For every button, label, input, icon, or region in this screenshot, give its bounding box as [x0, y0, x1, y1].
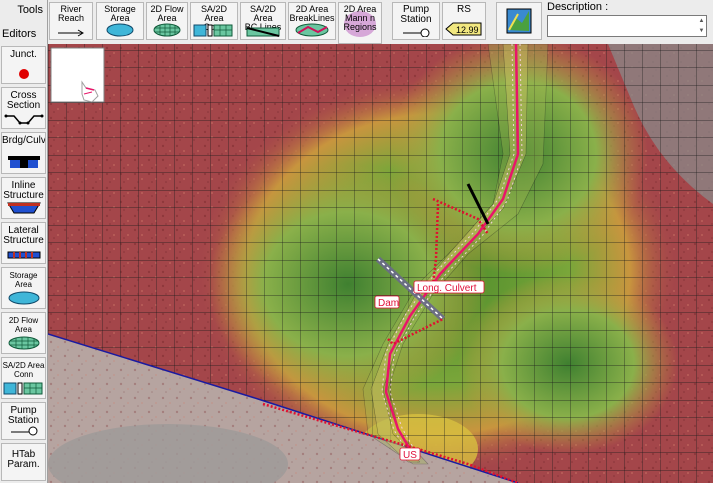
tools-label: Tools [17, 4, 43, 16]
description-scroll[interactable]: ▲ ▼ [697, 16, 706, 36]
map-layers-icon [506, 8, 532, 34]
2d-area-mann-n-regions-label: 2D Area Mann n Regions [343, 4, 377, 32]
pump-station-button[interactable]: Pump Station [392, 2, 440, 40]
2d-area-mann-n-regions-button[interactable]: 2D Area Mann n Regions [338, 2, 382, 44]
rs-value-icon: 12.99 [445, 22, 482, 36]
bc-lines-icon [246, 27, 280, 37]
lateral-structure-label: Lateral Structure [3, 225, 44, 246]
cross-section-button[interactable]: Cross Section [1, 87, 46, 129]
sa-2d-area-conn-button[interactable]: SA/2D Area Conn [190, 2, 238, 40]
river-reach-label: River Reach [57, 4, 84, 23]
pump-station-editor-label: Pump Station [7, 405, 40, 426]
rs-button[interactable]: RS 12.99 [442, 2, 486, 40]
description-label: Description : [547, 1, 609, 13]
inline-structure-button[interactable]: Inline Structure [1, 177, 46, 219]
map-canvas[interactable]: Dam Long. Culvert US [48, 44, 713, 483]
tools-editors-label: Tools Editors [0, 0, 48, 44]
pump-icon [403, 28, 430, 37]
bridge-culvert-button[interactable]: Brdg/Culv [1, 132, 46, 174]
dam-label: Dam [378, 298, 399, 309]
sa-conn-icon [193, 24, 233, 37]
lateral-structure-button[interactable]: Lateral Structure [1, 222, 46, 264]
2d-flow-area-editor-icon [8, 336, 39, 350]
arrow-right-icon [58, 29, 84, 37]
junction-button[interactable]: Junct. [1, 46, 46, 84]
bridge-icon [7, 156, 40, 168]
rs-label: RS [457, 4, 471, 15]
storage-area-editor-icon [8, 291, 39, 305]
sa-2d-area-conn-editor-button[interactable]: SA/2D Area Conn [1, 357, 46, 399]
top-toolbar: Tools Editors River Reach Storage Area 2… [0, 0, 713, 45]
htab-param-label: HTab Param. [7, 449, 40, 470]
junction-dot-icon [18, 69, 29, 79]
storage-area-editor-button[interactable]: Storage Area [1, 267, 46, 309]
2d-flow-area-editor-label: 2D Flow Area [8, 316, 39, 334]
terrain-map[interactable]: Dam Long. Culvert US [48, 44, 713, 483]
sa-2d-area-bc-lines-button[interactable]: SA/2D Area BC Lines [240, 2, 286, 40]
cross-section-icon [4, 114, 43, 125]
lateral-structure-icon [7, 251, 40, 259]
long-culvert-label: Long. Culvert [417, 283, 477, 294]
2d-flow-area-button[interactable]: 2D Flow Area [146, 2, 188, 40]
editor-sidebar: Junct. Cross Section Brdg/Culv Inline St… [0, 44, 48, 483]
storage-area-editor-label: Storage Area [9, 271, 38, 289]
storage-area-button[interactable]: Storage Area [96, 2, 144, 40]
sa-conn-editor-icon [3, 382, 42, 395]
2d-flow-area-label: 2D Flow Area [150, 4, 184, 23]
description-input[interactable] [547, 15, 707, 37]
storage-area-label: Storage Area [104, 4, 136, 23]
breaklines-icon [295, 23, 329, 37]
editors-label: Editors [2, 28, 37, 40]
rs-value: 12.99 [456, 25, 479, 35]
us-label: US [403, 450, 417, 461]
2d-area-breaklines-button[interactable]: 2D Area BreakLines [288, 2, 336, 40]
pump-station-editor-button[interactable]: Pump Station [1, 402, 46, 440]
overview-map[interactable] [50, 47, 105, 103]
pump-editor-icon [10, 426, 37, 436]
storage-area-icon [106, 23, 134, 37]
bridge-culvert-label: Brdg/Culv [2, 135, 46, 146]
2d-grid-icon [153, 23, 181, 37]
pump-station-label: Pump Station [400, 4, 432, 25]
map-layers-button[interactable] [496, 2, 542, 40]
junction-label: Junct. [10, 49, 37, 60]
sa-2d-area-conn-editor-label: SA/2D Area Conn [2, 361, 45, 379]
htab-param-button[interactable]: HTab Param. [1, 443, 46, 481]
2d-area-breaklines-label: 2D Area BreakLines [289, 4, 335, 23]
2d-flow-area-editor-button[interactable]: 2D Flow Area [1, 312, 46, 354]
river-reach-button[interactable]: River Reach [49, 2, 93, 40]
cross-section-label: Cross Section [6, 90, 41, 111]
inline-structure-icon [6, 202, 41, 214]
inline-structure-label: Inline Structure [3, 180, 44, 201]
